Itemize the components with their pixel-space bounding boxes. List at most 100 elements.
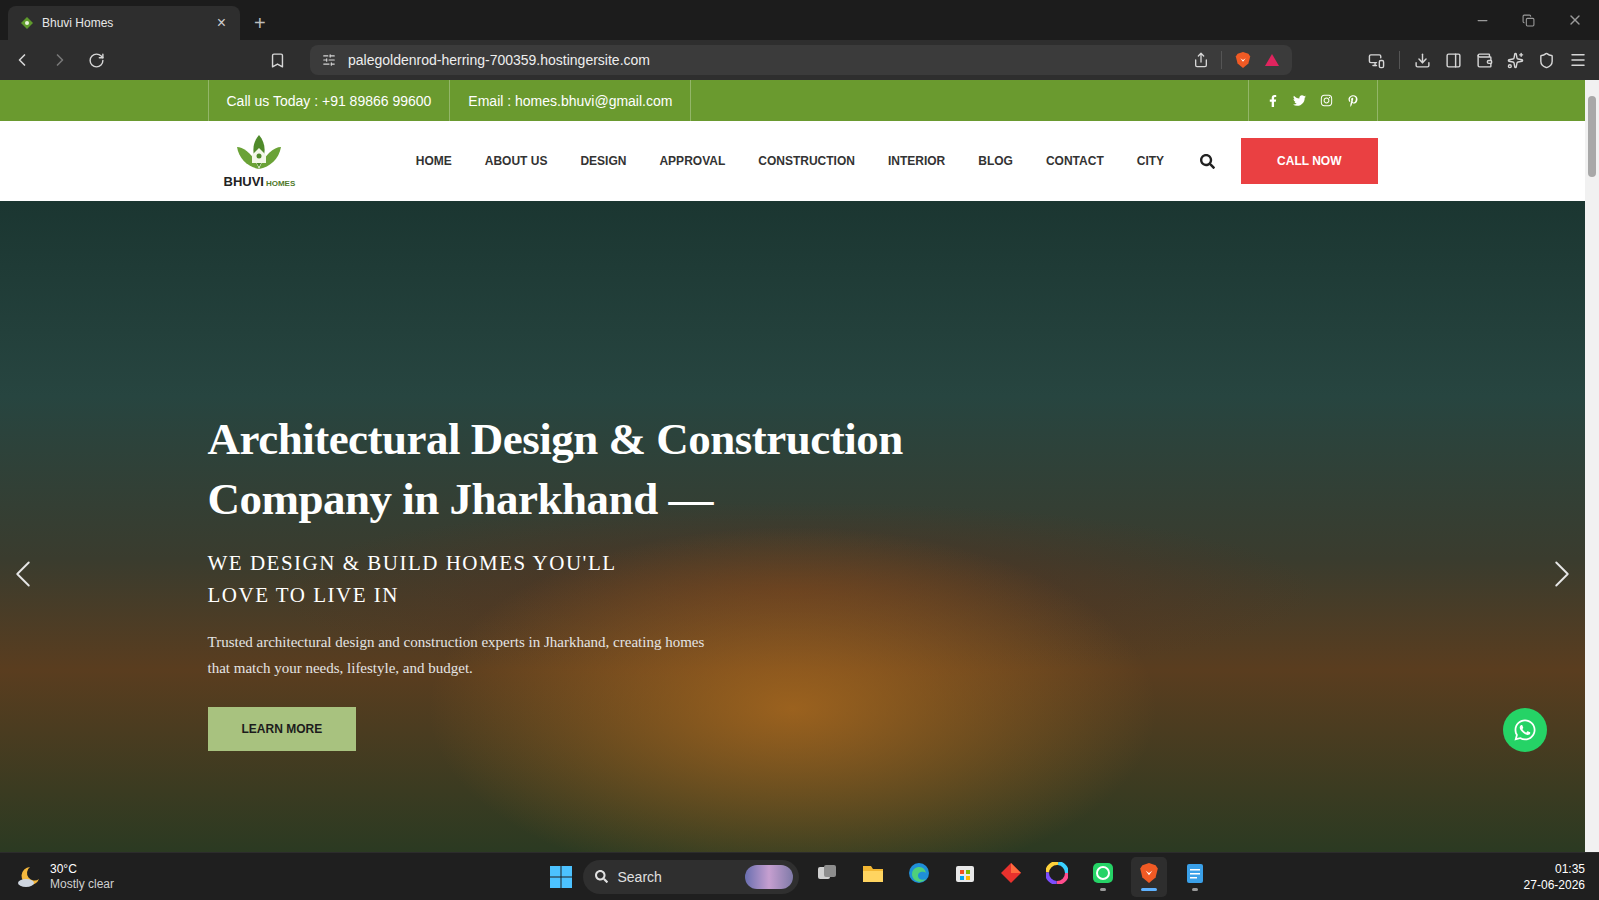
brave-icon [1138, 862, 1160, 884]
search-button[interactable] [1200, 154, 1215, 169]
taskbar-app[interactable] [993, 857, 1029, 897]
page-viewport: Call us Today : +91 89866 99600Email : h… [0, 80, 1599, 852]
ai-icon[interactable] [1507, 52, 1524, 69]
website: Call us Today : +91 89866 99600Email : h… [0, 80, 1585, 852]
forward-icon[interactable] [50, 50, 70, 70]
back-icon[interactable] [12, 50, 32, 70]
color-wheel-icon [1046, 862, 1068, 884]
facebook-icon[interactable] [1267, 95, 1279, 107]
main-nav: BHUVIHOMES HOME ABOUT US DESIGN APPROVAL CONS… [0, 121, 1585, 201]
nav-item[interactable]: APPROVAL [659, 154, 725, 168]
download-icon[interactable] [1414, 52, 1431, 69]
scrollbar-thumb[interactable] [1588, 96, 1596, 177]
learn-more-button[interactable]: LEARN MORE [208, 707, 357, 751]
reload-icon[interactable] [88, 52, 105, 69]
instagram-icon[interactable] [1320, 94, 1333, 107]
address-text: palegoldenrod-herring-700359.hostingersi… [348, 52, 1181, 68]
taskbar-app[interactable] [1039, 857, 1075, 897]
taskbar-search[interactable]: Search [583, 860, 799, 894]
email-info: Email : homes.bhuvi@gmail.com [449, 80, 691, 121]
hero-text: Trusted architectural design and constru… [208, 629, 705, 681]
address-bar[interactable]: palegoldenrod-herring-700359.hostingersi… [310, 45, 1292, 75]
scrollbar[interactable] [1585, 80, 1599, 852]
separator [1399, 51, 1400, 69]
phone-info: Call us Today : +91 89866 99600 [208, 80, 450, 121]
taskbar-search-text: Search [618, 869, 662, 885]
running-indicator [1100, 888, 1106, 891]
tab-strip: Bhuvi Homes × + [0, 0, 1599, 40]
screen-icon[interactable] [1368, 52, 1385, 69]
taskbar-app[interactable] [855, 857, 891, 897]
edge-icon [908, 862, 930, 884]
hero-banner: Architectural Design & ConstructionCompa… [0, 201, 1585, 852]
hero-subheading: WE DESIGN & BUILD HOMES YOU'LLLOVE TO LI… [208, 547, 617, 611]
taskbar-app[interactable] [1085, 857, 1121, 897]
folder-icon [861, 862, 885, 884]
separator [1221, 51, 1222, 69]
weather-widget[interactable]: 30°CMostly clear [16, 862, 316, 892]
twitter-icon[interactable] [1293, 94, 1306, 107]
share-icon[interactable] [1193, 52, 1209, 68]
vpn-icon[interactable] [1538, 52, 1555, 69]
browser-toolbar: palegoldenrod-herring-700359.hostingersi… [0, 40, 1599, 80]
taskbar-apps: Search [476, 857, 1285, 897]
rewards-icon[interactable] [1264, 52, 1280, 68]
taskbar-app[interactable] [1131, 857, 1167, 897]
tab-label: Bhuvi Homes [42, 16, 205, 30]
nav-item[interactable]: BLOG [978, 154, 1013, 168]
restore-icon[interactable] [1522, 14, 1535, 27]
window-controls [1475, 0, 1599, 40]
whatsapp-app-icon [1092, 862, 1114, 884]
nav-item[interactable]: DESIGN [580, 154, 626, 168]
slider-next-button[interactable] [1539, 551, 1585, 597]
chevron-left-icon [0, 551, 46, 597]
slider-prev-button[interactable] [0, 551, 46, 597]
browser-tab[interactable]: Bhuvi Homes × [8, 6, 240, 40]
app-diamond-icon [1000, 862, 1022, 884]
wallet-icon[interactable] [1476, 52, 1493, 69]
moon-cloud-icon [16, 864, 42, 890]
taskbar-app[interactable] [809, 857, 845, 897]
call-now-button[interactable]: CALL NOW [1241, 138, 1377, 184]
taskbar-app[interactable] [947, 857, 983, 897]
nav-item[interactable]: CONSTRUCTION [758, 154, 855, 168]
nav-menu: HOME ABOUT US DESIGN APPROVAL CONSTRUCTION IN… [416, 154, 1164, 168]
close-window-icon[interactable] [1567, 12, 1583, 28]
lotus-house-icon [234, 133, 284, 173]
bookmark-icon[interactable] [269, 52, 286, 69]
taskbar-app[interactable] [1177, 857, 1213, 897]
site-settings-icon[interactable] [322, 53, 336, 67]
menu-icon[interactable] [1569, 51, 1587, 69]
search-icon [1200, 154, 1215, 169]
nav-item[interactable]: INTERIOR [888, 154, 945, 168]
store-icon [954, 862, 976, 884]
running-indicator [870, 888, 876, 891]
tab-close-button[interactable]: × [213, 15, 230, 31]
search-highlight-image [745, 865, 793, 889]
minimize-icon[interactable] [1475, 13, 1490, 28]
taskbar: 30°CMostly clear Search 01:3527-06-2026 [0, 852, 1599, 900]
whatsapp-icon [1513, 718, 1537, 742]
whatsapp-button[interactable] [1503, 708, 1547, 752]
logo-suffix: HOMES [266, 179, 295, 188]
windows-start-icon[interactable] [549, 865, 573, 889]
running-indicator [1008, 888, 1014, 891]
clock-time: 01:35 [1555, 861, 1585, 877]
site-logo[interactable]: BHUVIHOMES [224, 133, 296, 189]
notepad-icon [1184, 862, 1206, 884]
nav-item[interactable]: ABOUT US [485, 154, 548, 168]
clock[interactable]: 01:3527-06-2026 [1285, 861, 1585, 893]
running-indicator [962, 888, 968, 891]
nav-item[interactable]: CONTACT [1046, 154, 1104, 168]
taskbar-app[interactable] [901, 857, 937, 897]
new-tab-button[interactable]: + [254, 6, 266, 40]
pinterest-icon[interactable] [1347, 95, 1359, 107]
favicon-icon [20, 16, 34, 30]
desktop-screen: Bhuvi Homes × + palegoldenrod-herring-70035… [0, 0, 1599, 900]
nav-item[interactable]: CITY [1137, 154, 1164, 168]
sidebar-icon[interactable] [1445, 52, 1462, 69]
hero-heading: Architectural Design & ConstructionCompa… [208, 409, 903, 529]
search-icon [595, 870, 608, 883]
running-indicator [1141, 888, 1157, 891]
nav-item[interactable]: HOME [416, 154, 452, 168]
